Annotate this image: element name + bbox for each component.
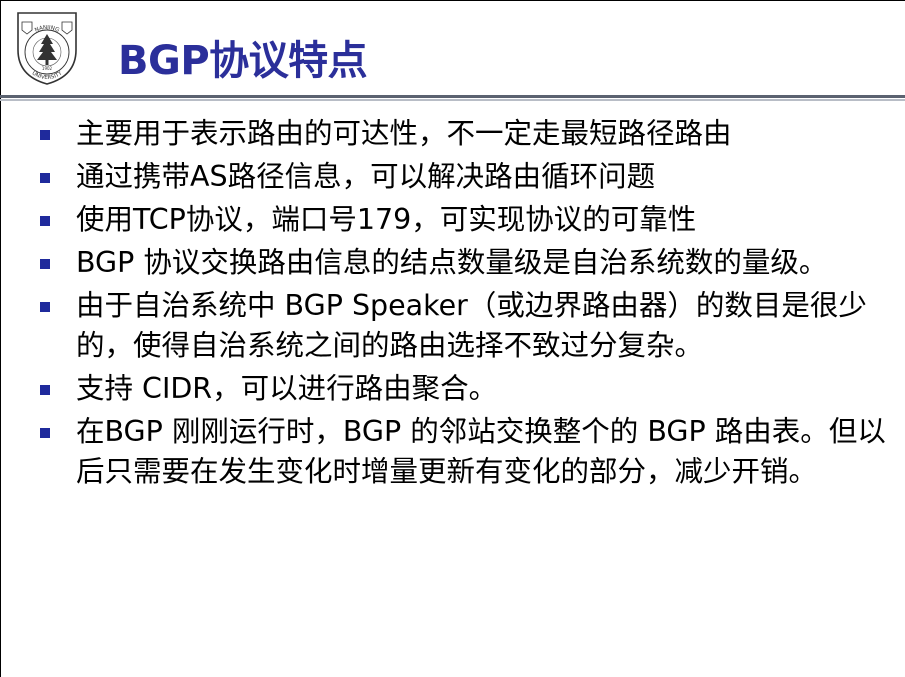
- square-bullet-icon: [40, 428, 50, 438]
- bullet-item: 主要用于表示路由的可达性，不一定走最短路径路由: [38, 114, 888, 154]
- title-divider-shadow: [0, 99, 905, 101]
- square-bullet-icon: [40, 216, 50, 226]
- bullet-item: 通过携带AS路径信息，可以解决路由循环问题: [38, 157, 888, 197]
- bullet-text: 主要用于表示路由的可达性，不一定走最短路径路由: [76, 117, 732, 150]
- square-bullet-icon: [40, 385, 50, 395]
- bullet-text: BGP 协议交换路由信息的结点数量级是自治系统数的量级。: [76, 246, 828, 279]
- slide-border-left: [0, 0, 1, 677]
- logo-text-top: NANJING: [34, 25, 60, 34]
- slide-border-top: [0, 0, 905, 1]
- slide-title: BGP协议特点: [118, 38, 368, 84]
- bullet-text: 使用TCP协议，端口号179，可实现协议的可靠性: [76, 203, 697, 236]
- slide: UNIVERSITY NANJING 1902 BGP协议特点 主要用于表示路由…: [0, 0, 905, 677]
- bullet-item: 由于自治系统中 BGP Speaker（或边界路由器）的数目是很少的，使得自治系…: [38, 286, 888, 366]
- title-divider: [0, 95, 905, 98]
- nanjing-university-emblem-icon: UNIVERSITY NANJING 1902: [17, 12, 77, 85]
- bullet-text: 支持 CIDR，可以进行路由聚合。: [76, 372, 498, 405]
- square-bullet-icon: [40, 302, 50, 312]
- bullet-item: 使用TCP协议，端口号179，可实现协议的可靠性: [38, 200, 888, 240]
- bullet-text: 在BGP 刚刚运行时，BGP 的邻站交换整个的 BGP 路由表。但以后只需要在发…: [76, 415, 886, 488]
- square-bullet-icon: [40, 173, 50, 183]
- bullet-item: 支持 CIDR，可以进行路由聚合。: [38, 369, 888, 409]
- square-bullet-icon: [40, 259, 50, 269]
- square-bullet-icon: [40, 130, 50, 140]
- bullet-list: 主要用于表示路由的可达性，不一定走最短路径路由 通过携带AS路径信息，可以解决路…: [38, 114, 888, 495]
- bullet-text: 通过携带AS路径信息，可以解决路由循环问题: [76, 160, 656, 193]
- logo-year: 1902: [42, 66, 53, 71]
- bullet-item: BGP 协议交换路由信息的结点数量级是自治系统数的量级。: [38, 243, 888, 283]
- bullet-item: 在BGP 刚刚运行时，BGP 的邻站交换整个的 BGP 路由表。但以后只需要在发…: [38, 412, 888, 492]
- bullet-text: 由于自治系统中 BGP Speaker（或边界路由器）的数目是很少的，使得自治系…: [76, 289, 867, 362]
